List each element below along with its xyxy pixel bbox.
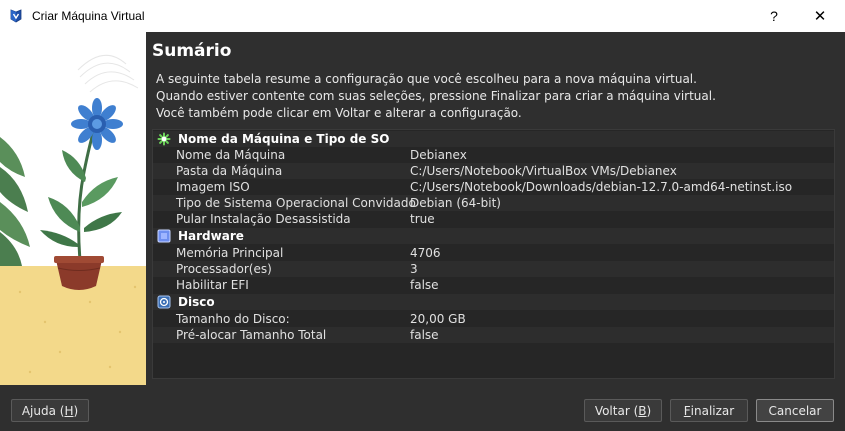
title-bar: Criar Máquina Virtual ? ✕	[0, 0, 845, 32]
help-button[interactable]: Ajuda (H)	[11, 399, 89, 422]
row-value: 3	[410, 262, 418, 276]
page-title: Sumário	[152, 41, 232, 61]
table-row[interactable]: Habilitar EFI false	[153, 277, 834, 293]
row-value: 4706	[410, 246, 441, 260]
disk-icon	[157, 295, 171, 309]
finish-button[interactable]: Finalizar	[670, 399, 748, 422]
row-label: Pré-alocar Tamanho Total	[176, 328, 327, 342]
row-value: 20,00 GB	[410, 312, 466, 326]
row-label: Nome da Máquina	[176, 148, 286, 162]
section-name-os[interactable]: Nome da Máquina e Tipo de SO	[153, 131, 834, 147]
back-button[interactable]: Voltar (B)	[584, 399, 662, 422]
section-title: Disco	[178, 295, 215, 309]
summary-table[interactable]: Nome da Máquina e Tipo de SO Nome da Máq…	[152, 129, 835, 379]
table-row[interactable]: Tipo de Sistema Operacional Convidado De…	[153, 195, 834, 211]
row-label: Memória Principal	[176, 246, 284, 260]
row-value: true	[410, 212, 435, 226]
table-row[interactable]: Nome da Máquina Debianex	[153, 147, 834, 163]
section-disk[interactable]: Disco	[153, 294, 834, 310]
row-label: Processador(es)	[176, 262, 272, 276]
table-row[interactable]: Imagem ISO C:/Users/Notebook/Downloads/d…	[153, 179, 834, 195]
virtualbox-icon	[8, 8, 24, 24]
cancel-button[interactable]: Cancelar	[756, 399, 834, 422]
section-title: Nome da Máquina e Tipo de SO	[178, 132, 390, 146]
wizard-illustration	[0, 32, 146, 385]
table-row[interactable]: Pasta da Máquina C:/Users/Notebook/Virtu…	[153, 163, 834, 179]
table-row[interactable]: Memória Principal 4706	[153, 245, 834, 261]
row-label: Habilitar EFI	[176, 278, 249, 292]
table-row[interactable]: Tamanho do Disco: 20,00 GB	[153, 311, 834, 327]
row-value: C:/Users/Notebook/Downloads/debian-12.7.…	[410, 180, 793, 194]
table-row[interactable]: Processador(es) 3	[153, 261, 834, 277]
row-label: Tamanho do Disco:	[176, 312, 290, 326]
summary-panel: Sumário A seguinte tabela resume a confi…	[146, 32, 845, 385]
row-value: false	[410, 278, 439, 292]
row-label: Imagem ISO	[176, 180, 250, 194]
summary-description: A seguinte tabela resume a configuração …	[156, 72, 716, 120]
button-bar: Ajuda (H) Voltar (B) Finalizar Cancelar	[0, 385, 845, 431]
row-label: Pasta da Máquina	[176, 164, 283, 178]
section-title: Hardware	[178, 229, 244, 243]
row-value: Debianex	[410, 148, 467, 162]
table-row[interactable]: Pré-alocar Tamanho Total false	[153, 327, 834, 343]
table-row[interactable]: Pular Instalação Desassistida true	[153, 211, 834, 227]
row-value: C:/Users/Notebook/VirtualBox VMs/Debiane…	[410, 164, 677, 178]
row-value: Debian (64-bit)	[410, 196, 501, 210]
section-hardware[interactable]: Hardware	[153, 228, 834, 244]
window-title: Criar Máquina Virtual	[32, 9, 145, 23]
chip-icon	[157, 229, 171, 243]
close-icon[interactable]: ✕	[797, 0, 843, 32]
row-value: false	[410, 328, 439, 342]
help-icon[interactable]: ?	[751, 0, 797, 32]
gear-star-icon	[157, 132, 171, 146]
row-label: Pular Instalação Desassistida	[176, 212, 351, 226]
row-label: Tipo de Sistema Operacional Convidado	[176, 196, 416, 210]
